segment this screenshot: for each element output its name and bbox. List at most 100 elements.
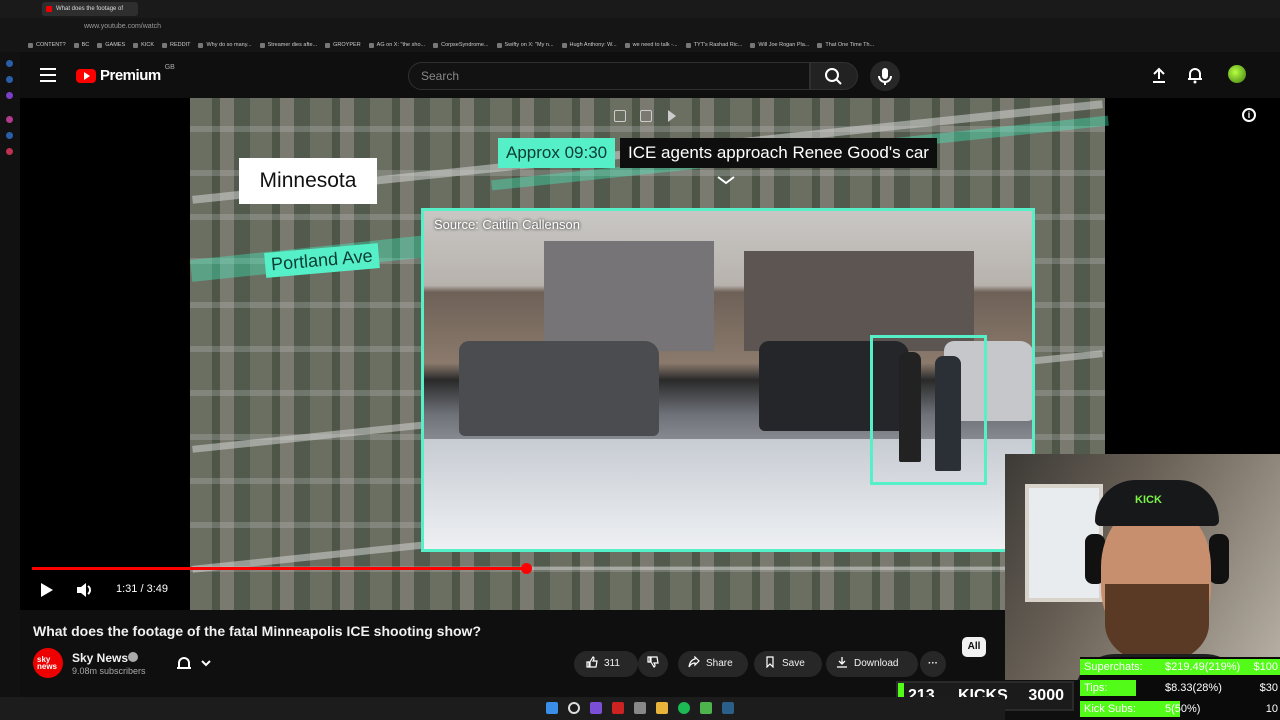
miniplayer-icon[interactable] <box>614 110 626 122</box>
dislike-button[interactable] <box>638 651 668 677</box>
bookmark-item[interactable]: AG on X: "the sho... <box>368 42 425 48</box>
time-display: 1:31 / 3:49 <box>116 583 168 595</box>
app-icon[interactable] <box>700 702 712 714</box>
stream-goals-overlay: Superchats: $219.49(219%) $100 Tips: $8.… <box>1080 657 1280 720</box>
app-icon[interactable] <box>612 702 624 714</box>
bookmark-item[interactable]: Streamer dies afte... <box>259 42 318 48</box>
volume-icon[interactable] <box>76 582 94 598</box>
bookmark-item[interactable]: CONTENT? <box>28 42 66 48</box>
bookmark-favicon-icon <box>259 42 265 48</box>
bookmark-item[interactable]: BC <box>73 42 90 48</box>
bookmark-item[interactable]: Will Joe Rogan Pla... <box>750 42 809 48</box>
bookmark-item[interactable]: Hugh Anthony: W... <box>561 42 617 48</box>
bookmark-label: BC <box>81 42 90 48</box>
download-label: Download <box>854 658 899 669</box>
bookmark-item[interactable]: That One Time Th... <box>817 42 874 48</box>
bookmark-favicon-icon <box>750 42 756 48</box>
sidebar-app-icon[interactable] <box>6 92 13 99</box>
like-button[interactable]: 311 <box>574 651 638 677</box>
browser-tab-bar: What does the footage of <box>0 0 1280 18</box>
bookmark-label: GROYPER <box>333 42 361 48</box>
url-text[interactable]: www.youtube.com/watch <box>84 23 161 30</box>
goal-row-tips: Tips: $8.33(28%) $30 <box>1080 679 1280 697</box>
bookmark-item[interactable]: Why do so many... <box>198 42 252 48</box>
goal-value: $219.49(219%) <box>1165 661 1241 673</box>
bookmark-item[interactable]: GAMES <box>97 42 125 48</box>
info-icon[interactable]: i <box>1242 108 1256 122</box>
download-button[interactable]: Download <box>826 651 918 677</box>
bookmark-item[interactable]: REDDIT <box>162 42 190 48</box>
highlight-box <box>870 335 987 485</box>
bookmark-item[interactable]: we need to talk -... <box>624 42 678 48</box>
download-icon <box>837 657 847 668</box>
address-bar[interactable]: www.youtube.com/watch <box>0 18 1280 38</box>
upload-icon <box>1153 67 1165 83</box>
skip-next-icon[interactable] <box>668 110 680 122</box>
browser-sidebar <box>0 0 20 720</box>
upload-button[interactable] <box>1150 66 1168 84</box>
app-icon[interactable] <box>634 702 646 714</box>
bookmark-label: CorpseSyndrome... <box>441 42 489 48</box>
sidebar-app-icon[interactable] <box>6 76 13 83</box>
folder-icon[interactable] <box>656 702 668 714</box>
sidebar-app-icon[interactable] <box>6 116 13 123</box>
channel-name[interactable]: Sky News <box>72 651 128 665</box>
bookmark-label: CONTENT? <box>36 42 66 48</box>
account-avatar[interactable] <box>1228 65 1246 83</box>
bookmark-favicon-icon <box>28 42 33 48</box>
search-button[interactable] <box>810 62 858 90</box>
sidebar-app-icon[interactable] <box>6 60 13 67</box>
bookmark-label: Streamer dies afte... <box>267 42 318 48</box>
theater-mode-icon[interactable] <box>640 110 652 122</box>
bookmark-item[interactable]: KICK <box>133 42 154 48</box>
bookmark-favicon-icon <box>624 42 630 48</box>
goal-label: Superchats: <box>1084 661 1143 673</box>
bookmark-label: Why do so many... <box>206 42 252 48</box>
goal-value: 5(50%) <box>1165 703 1201 715</box>
bookmark-favicon-icon <box>133 42 139 48</box>
sidebar-app-icon[interactable] <box>6 132 13 139</box>
hat-logo: KICK <box>1135 494 1162 506</box>
bookmark-item[interactable]: Swifty on X: "My n... <box>496 42 554 48</box>
channel-avatar-text: sky news <box>37 655 58 671</box>
youtube-logo[interactable]: Premium GB <box>76 64 175 84</box>
search-icon[interactable] <box>568 702 580 714</box>
bookmark-label: we need to talk -... <box>632 42 678 48</box>
search-input[interactable]: Search <box>408 62 810 90</box>
youtube-play-icon <box>76 68 96 83</box>
browser-tab[interactable]: What does the footage of <box>42 2 138 16</box>
bookmark-label: GAMES <box>105 42 126 48</box>
voice-search-button[interactable] <box>870 61 900 91</box>
source-credit: Source: Caitlin Callenson <box>434 217 580 232</box>
share-label: Share <box>706 658 733 669</box>
bookmark-label: Hugh Anthony: W... <box>569 42 617 48</box>
sidebar-app-icon[interactable] <box>6 148 13 155</box>
bookmark-item[interactable]: GROYPER <box>325 42 361 48</box>
bookmark-favicon-icon <box>368 42 374 48</box>
subscribed-bell-button[interactable] <box>174 654 214 674</box>
steam-icon[interactable] <box>722 702 734 714</box>
subscriber-count: 9.08m subscribers <box>72 666 146 676</box>
share-button[interactable]: Share <box>678 651 748 677</box>
bookmark-label: TYT's Rashad Ric... <box>693 42 743 48</box>
windows-start-icon[interactable] <box>546 702 558 714</box>
notifications-button[interactable] <box>1186 66 1204 84</box>
bookmark-favicon-icon <box>97 42 103 48</box>
bookmark-favicon-icon <box>433 42 439 48</box>
more-actions-button[interactable]: ··· <box>920 651 946 677</box>
bookmark-item[interactable]: TYT's Rashad Ric... <box>685 42 743 48</box>
spotify-icon[interactable] <box>678 702 690 714</box>
play-icon[interactable] <box>38 582 54 598</box>
save-button[interactable]: Save <box>754 651 822 677</box>
video-title: What does the footage of the fatal Minne… <box>33 623 481 639</box>
chip-all[interactable]: All <box>962 637 986 657</box>
goal-label: Kick Subs: <box>1084 703 1136 715</box>
goal-value: $8.33(28%) <box>1165 682 1222 694</box>
channel-avatar[interactable]: sky news <box>33 648 63 678</box>
bookmark-favicon-icon <box>198 42 204 48</box>
app-icon[interactable] <box>590 702 602 714</box>
bookmark-icon <box>766 656 774 668</box>
hamburger-menu-icon[interactable] <box>40 68 56 82</box>
bookmark-item[interactable]: CorpseSyndrome... <box>433 42 489 48</box>
bookmark-favicon-icon <box>496 42 502 48</box>
